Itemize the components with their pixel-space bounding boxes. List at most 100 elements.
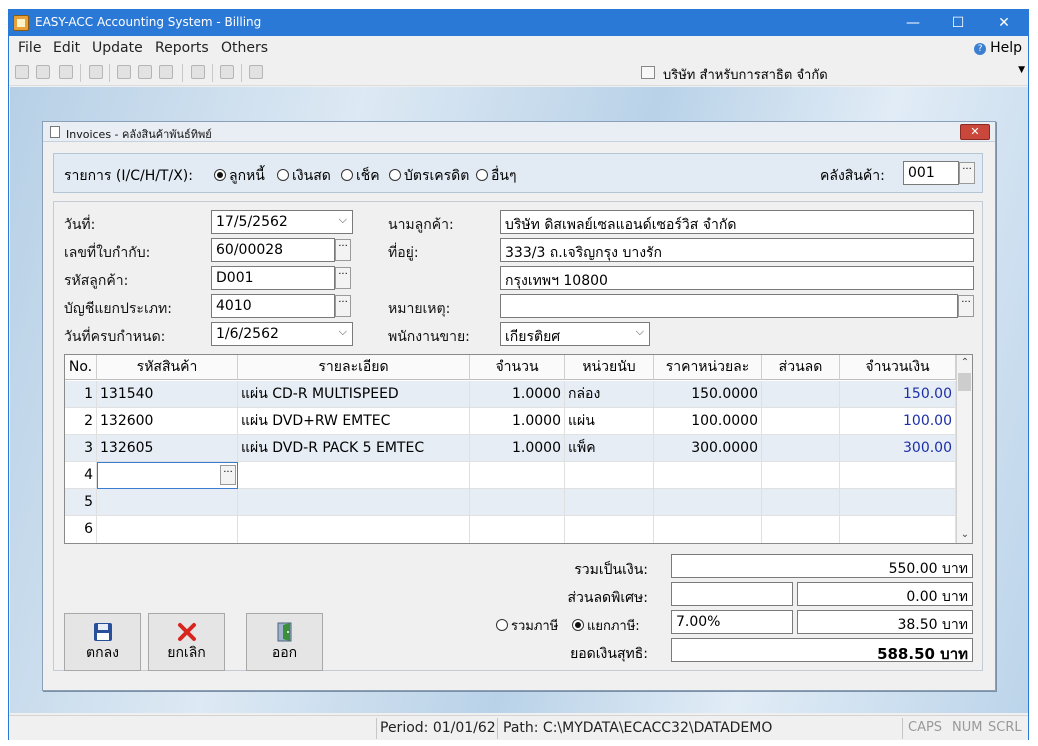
type-radio-cash[interactable]: เงินสด [277,165,331,187]
calculator-icon[interactable] [191,65,205,79]
minimize-button[interactable]: — [890,10,936,36]
customer-name-input[interactable]: บริษัท ดิสเพลย์เซลแอนด์เซอร์วิส จำกัด [500,210,974,234]
settings-icon[interactable] [159,65,173,79]
address-line1-input[interactable]: 333/3 ถ.เจริญกรุง บางรัก [500,238,974,262]
type-radio-other[interactable]: อื่นๆ [476,165,517,187]
code-cell-editor[interactable] [97,462,238,489]
col-header-no[interactable]: No. [65,355,97,380]
due-date-label: วันที่ครบกำหนด: [64,329,166,345]
status-path: Path: C:\MYDATA\ECACC32\DATADEMO [503,720,773,736]
grid-vertical-scrollbar[interactable]: ⌃ ⌄ [956,355,972,543]
col-header-discount[interactable]: ส่วนลด [762,355,840,380]
menu-edit[interactable]: Edit [53,40,80,56]
scale-icon[interactable] [117,65,131,79]
company-icon [641,66,655,79]
vat-include-radio[interactable]: รวมภาษี [496,615,558,636]
col-header-amount[interactable]: จำนวนเงิน [840,355,956,380]
table-row[interactable]: 4 ··· [65,462,956,489]
col-header-code[interactable]: รหัสสินค้า [97,355,238,380]
menu-update[interactable]: Update [92,40,143,56]
code-lookup-button[interactable]: ··· [220,465,236,485]
maximize-button[interactable]: ☐ [935,10,981,36]
workspace: Invoices - คลังสินค้าพันธ์ทิพย์ ✕ รายการ… [10,87,1028,713]
ok-button[interactable]: ตกลง [64,613,141,671]
hand-icon[interactable] [220,65,234,79]
address-line2-input[interactable]: กรุงเทพฯ 10800 [500,266,974,290]
x-icon [178,623,196,641]
remark-input[interactable] [500,294,958,318]
chevron-down-icon: ⌵ [338,213,347,226]
menu-help[interactable]: ? Help [974,40,1022,56]
tag-icon[interactable] [36,65,50,79]
exit-button[interactable]: ออก [246,613,323,671]
warehouse-lookup-button[interactable]: ··· [959,162,975,184]
net-total-label: ยอดเงินสุทธิ: [570,646,648,662]
status-bar: Period: 01/01/62 Path: C:\MYDATA\ECACC32… [9,715,1028,740]
special-discount-value: 0.00 บาท [797,582,973,606]
status-period: Period: 01/01/62 [380,720,496,736]
col-header-price[interactable]: ราคาหน่วยละ [654,355,762,380]
customer-name-label: นามลูกค้า: [388,217,454,233]
invoice-items-grid: No. รหัสสินค้า รายละเอียด จำนวน หน่วยนับ… [64,354,973,544]
checklist-icon[interactable] [89,65,103,79]
invoice-lookup-button[interactable]: ··· [335,239,351,261]
warehouse-label: คลังสินค้า: [820,168,885,184]
stamp-icon[interactable] [59,65,73,79]
document-icon [50,126,60,138]
save-icon [94,623,112,641]
window-title: EASY-ACC Accounting System - Billing [35,15,262,29]
date-input[interactable]: 17/5/2562 ⌵ [211,210,353,234]
print-preview-icon[interactable] [138,65,152,79]
vat-rate-input[interactable]: 7.00% [671,610,793,634]
transaction-type-bar: รายการ (I/C/H/T/X): ลูกหนี้ เงินสด เช็ค … [53,153,983,193]
type-label: รายการ (I/C/H/T/X): [64,168,193,184]
col-header-qty[interactable]: จำนวน [470,355,565,380]
col-header-desc[interactable]: รายละเอียด [238,355,470,380]
dialog-close-button[interactable]: ✕ [960,124,990,140]
remark-lookup-button[interactable]: ··· [958,295,974,317]
dialog-title: Invoices - คลังสินค้าพันธ์ทิพย์ [66,128,212,141]
date-label: วันที่: [64,217,96,233]
vat-exclude-radio[interactable]: แยกภาษี: [572,615,640,636]
table-row[interactable]: 1 131540 แผ่น CD-R MULTISPEED 1.0000 กล่… [65,381,956,408]
grid-header: No. รหัสสินค้า รายละเอียด จำนวน หน่วยนับ… [65,355,956,380]
table-row[interactable]: 6 [65,516,956,543]
warehouse-input[interactable]: 001 [903,161,959,185]
menu-bar: File Edit Update Reports Others ? Help [9,36,1028,60]
new-doc-icon[interactable] [15,65,29,79]
salesman-label: พนักงานขาย: [388,329,470,345]
table-row[interactable]: 3 132605 แผ่น DVD-R PACK 5 EMTEC 1.0000 … [65,435,956,462]
due-date-input[interactable]: 1/6/2562 ⌵ [211,322,353,346]
help-icon: ? [974,43,987,55]
customer-lookup-button[interactable]: ··· [335,267,351,289]
type-radio-cheque[interactable]: เช็ค [341,165,380,187]
sum-value: 550.00 บาท [671,554,973,578]
col-header-unit[interactable]: หน่วยนับ [565,355,654,380]
table-row[interactable]: 2 132600 แผ่น DVD+RW EMTEC 1.0000 แผ่น 1… [65,408,956,435]
toolbar: บริษัท สำหรับการสาธิต จำกัด ▼ [9,60,1028,86]
exit-door-icon [277,622,292,642]
scroll-thumb[interactable] [958,373,971,391]
customer-code-input[interactable]: D001 [211,266,335,290]
exit-door-icon[interactable] [249,65,263,79]
account-label: บัญชีแยกประเภท: [64,301,172,317]
menu-others[interactable]: Others [221,40,268,56]
close-button[interactable]: ✕ [981,10,1027,36]
table-row[interactable]: 5 [65,489,956,516]
status-num: NUM [952,720,983,735]
menu-file[interactable]: File [18,40,41,56]
scroll-down-icon[interactable]: ⌄ [957,527,973,543]
account-input[interactable]: 4010 [211,294,335,318]
account-lookup-button[interactable]: ··· [335,295,351,317]
type-radio-credit-card[interactable]: บัตรเครดิต [389,165,469,187]
scroll-up-icon[interactable]: ⌃ [957,355,973,371]
cancel-button[interactable]: ยกเลิก [148,613,225,671]
invoice-number-input[interactable]: 60/00028 [211,238,335,262]
special-discount-input[interactable] [671,582,793,606]
salesman-select[interactable]: เกียรติยศ ⌵ [500,322,650,346]
company-select[interactable]: บริษัท สำหรับการสาธิต จำกัด ▼ [641,63,1027,83]
dialog-title-bar: Invoices - คลังสินค้าพันธ์ทิพย์ ✕ [43,122,995,142]
menu-reports[interactable]: Reports [155,40,209,56]
type-radio-debtor[interactable]: ลูกหนี้ [214,165,265,187]
status-caps: CAPS [908,720,943,735]
